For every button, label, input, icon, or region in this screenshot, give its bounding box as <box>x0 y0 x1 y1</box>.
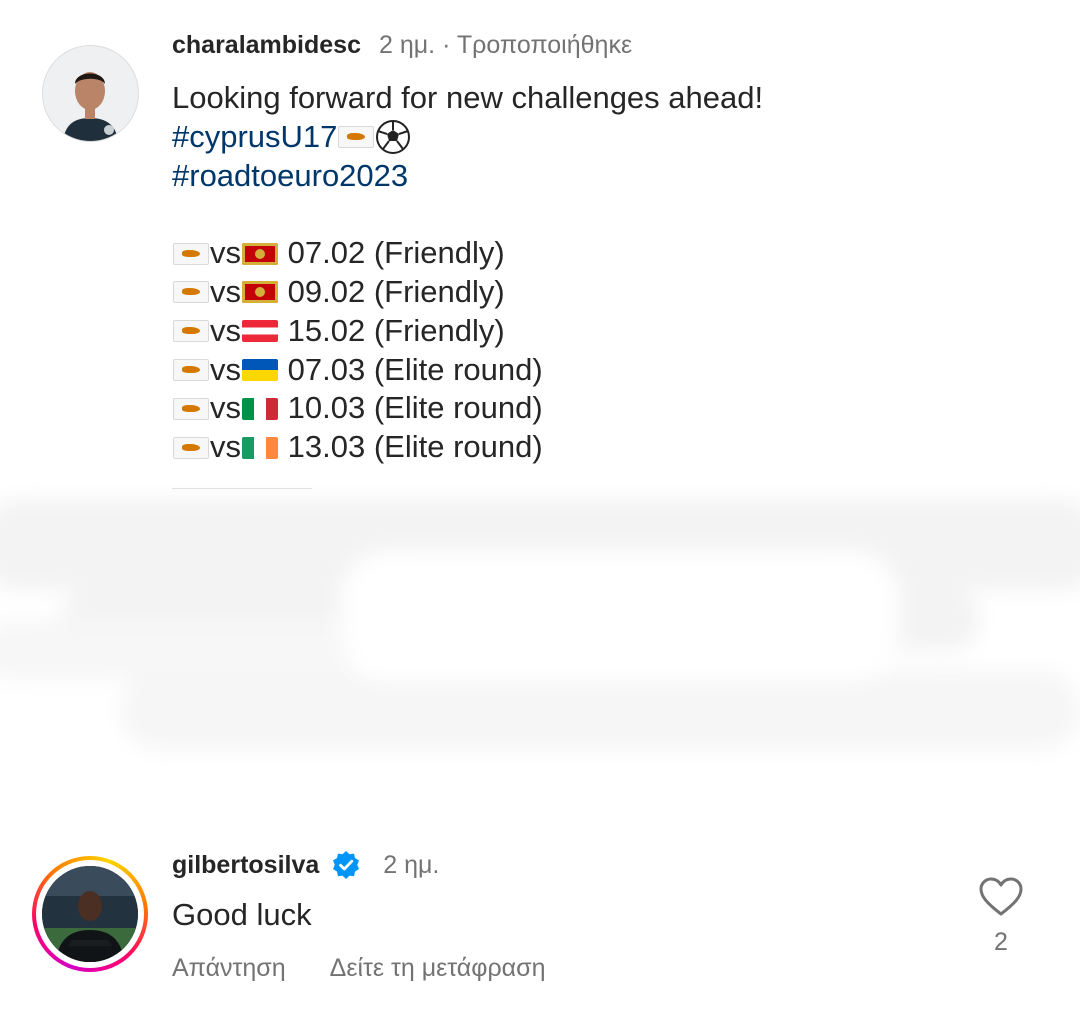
italy-flag-icon <box>242 397 278 420</box>
match-line: vs 07.02 (Friendly) <box>172 234 763 273</box>
comment-avatar <box>42 866 138 962</box>
verified-badge-icon <box>333 851 360 879</box>
caption-text: Looking forward for new challenges ahead… <box>172 79 763 467</box>
reply-button[interactable]: Απάντηση <box>172 954 286 983</box>
avatar-photo <box>42 866 138 962</box>
match-line: vs 10.03 (Elite round) <box>172 389 763 428</box>
redacted-region <box>0 500 1080 750</box>
match-line: vs 13.03 (Elite round) <box>172 428 763 467</box>
cyprus-flag-icon <box>173 320 209 343</box>
ukraine-flag-icon <box>242 358 278 381</box>
cyprus-flag-icon <box>173 358 209 381</box>
ireland-flag-icon <box>242 436 278 459</box>
comment-header: gilbertosilva 2 ημ. <box>172 846 439 884</box>
cyprus-flag-icon <box>173 281 209 304</box>
caption-header: charalambidesc 2 ημ. · Τροποποιήθηκε <box>172 28 632 62</box>
soccer-ball-icon <box>376 120 411 155</box>
hashtag-link[interactable]: #roadtoeuro2023 <box>172 157 408 196</box>
like-count: 2 <box>994 928 1008 956</box>
comment-username[interactable]: gilbertosilva <box>172 851 319 880</box>
austria-flag-icon <box>242 320 278 343</box>
comment-actions: Απάντηση Δείτε τη μετάφραση <box>172 954 545 983</box>
hashtag-link[interactable]: #cyprusU17 <box>172 118 337 157</box>
avatar-photo <box>43 46 138 141</box>
caption-intro: Looking forward for new challenges ahead… <box>172 80 764 115</box>
caption-avatar[interactable] <box>42 45 139 142</box>
hashtag-line-2: #roadtoeuro2023 <box>172 157 763 196</box>
match-line: vs 15.02 (Friendly) <box>172 312 763 351</box>
cyprus-flag-icon <box>173 436 209 459</box>
caption-time: 2 ημ. · Τροποποιήθηκε <box>379 30 633 59</box>
hashtag-line-1: #cyprusU17 <box>172 118 763 157</box>
montenegro-flag-icon <box>242 242 278 265</box>
comment-text: Good luck <box>172 897 312 932</box>
see-translation-button[interactable]: Δείτε τη μετάφραση <box>330 954 546 983</box>
cyprus-flag-icon <box>173 242 209 265</box>
cyprus-flag-icon <box>173 397 209 420</box>
match-line: vs 09.02 (Friendly) <box>172 273 763 312</box>
comment-avatar-story-ring[interactable] <box>32 856 148 972</box>
comment-time: 2 ημ. <box>383 850 440 879</box>
match-line: vs 07.03 (Elite round) <box>172 351 763 390</box>
heart-icon[interactable] <box>978 876 1024 918</box>
montenegro-flag-icon <box>242 281 278 304</box>
caption-username[interactable]: charalambidesc <box>172 31 361 60</box>
cyprus-flag-icon <box>338 126 375 149</box>
